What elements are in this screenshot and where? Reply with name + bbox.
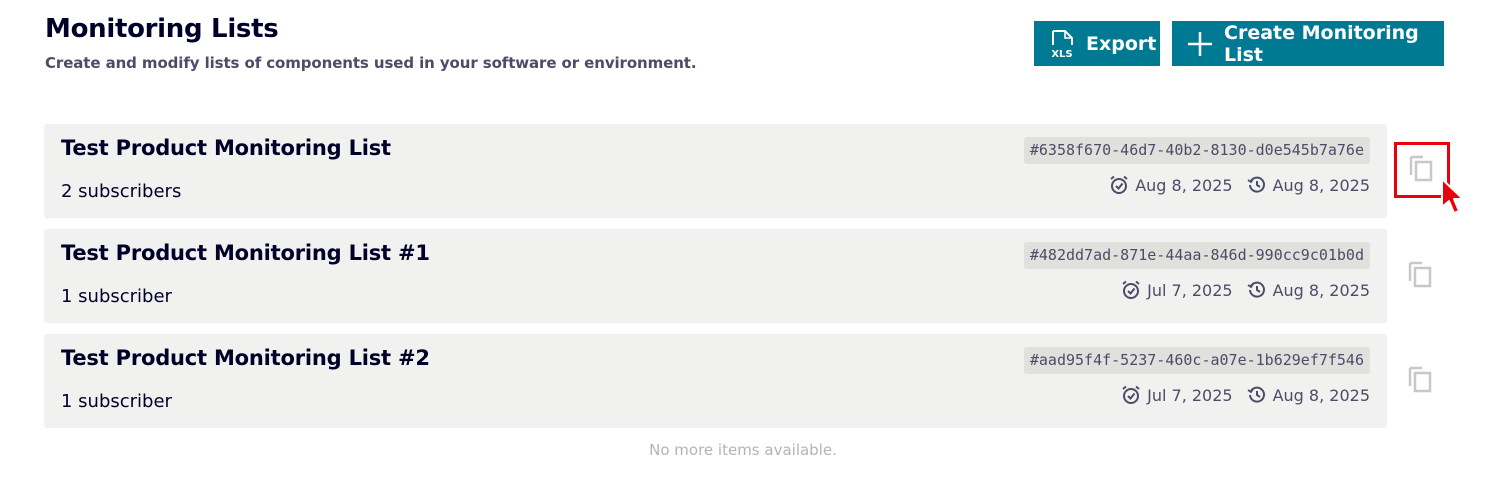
updated-date: Aug 8, 2025 xyxy=(1272,280,1370,300)
monitoring-list-item[interactable]: Test Product Monitoring List #1 1 subscr… xyxy=(44,229,1387,323)
export-label: Export xyxy=(1086,32,1157,55)
xls-file-icon: XLS xyxy=(1050,29,1076,59)
copy-icon xyxy=(1408,365,1434,397)
copy-icon xyxy=(1408,260,1434,292)
list-name[interactable]: Test Product Monitoring List xyxy=(61,136,391,160)
list-id-badge: #aad95f4f-5237-460c-a07e-1b629ef7f546 xyxy=(1023,347,1370,374)
updated-date: Aug 8, 2025 xyxy=(1272,175,1370,195)
create-monitoring-list-button[interactable]: Create Monitoring List xyxy=(1172,21,1444,66)
monitoring-list-item[interactable]: Test Product Monitoring List #2 1 subscr… xyxy=(44,334,1387,428)
subscriber-count: 2 subscribers xyxy=(61,181,182,202)
xls-icon-text: XLS xyxy=(1051,49,1072,59)
mouse-cursor-icon xyxy=(1440,177,1466,223)
list-name[interactable]: Test Product Monitoring List #1 xyxy=(61,241,430,265)
page-title: Monitoring Lists xyxy=(45,14,279,44)
subscriber-count: 1 subscriber xyxy=(61,286,172,307)
subscriber-count: 1 subscriber xyxy=(61,391,172,412)
plus-icon xyxy=(1186,30,1214,58)
list-id-badge: #6358f670-46d7-40b2-8130-d0e545b7a76e xyxy=(1023,137,1370,164)
list-dates: Jul 7, 2025 Aug 8, 2025 xyxy=(1121,385,1370,405)
list-dates: Jul 7, 2025 Aug 8, 2025 xyxy=(1121,280,1370,300)
history-icon xyxy=(1247,385,1267,405)
created-date: Aug 8, 2025 xyxy=(1135,175,1233,195)
create-label: Create Monitoring List xyxy=(1224,21,1419,66)
monitoring-list-item[interactable]: Test Product Monitoring List 2 subscribe… xyxy=(44,124,1387,218)
history-icon xyxy=(1247,175,1267,195)
page-subtitle: Create and modify lists of components us… xyxy=(45,54,697,72)
updated-date: Aug 8, 2025 xyxy=(1272,385,1370,405)
alarm-clock-icon xyxy=(1109,175,1129,195)
list-dates: Aug 8, 2025 Aug 8, 2025 xyxy=(1109,175,1370,195)
alarm-clock-icon xyxy=(1121,385,1141,405)
copy-button[interactable] xyxy=(1399,254,1443,298)
end-of-list-message: No more items available. xyxy=(649,441,837,459)
created-date: Jul 7, 2025 xyxy=(1147,280,1233,300)
created-date: Jul 7, 2025 xyxy=(1147,385,1233,405)
alarm-clock-icon xyxy=(1121,280,1141,300)
export-button[interactable]: XLS Export xyxy=(1034,21,1160,66)
list-name[interactable]: Test Product Monitoring List #2 xyxy=(61,346,430,370)
page-header: Monitoring Lists Create and modify lists… xyxy=(45,14,697,72)
history-icon xyxy=(1247,280,1267,300)
list-id-badge: #482dd7ad-871e-44aa-846d-990cc9c01b0d xyxy=(1023,242,1370,269)
copy-icon xyxy=(1409,154,1435,186)
copy-button[interactable] xyxy=(1399,359,1443,403)
